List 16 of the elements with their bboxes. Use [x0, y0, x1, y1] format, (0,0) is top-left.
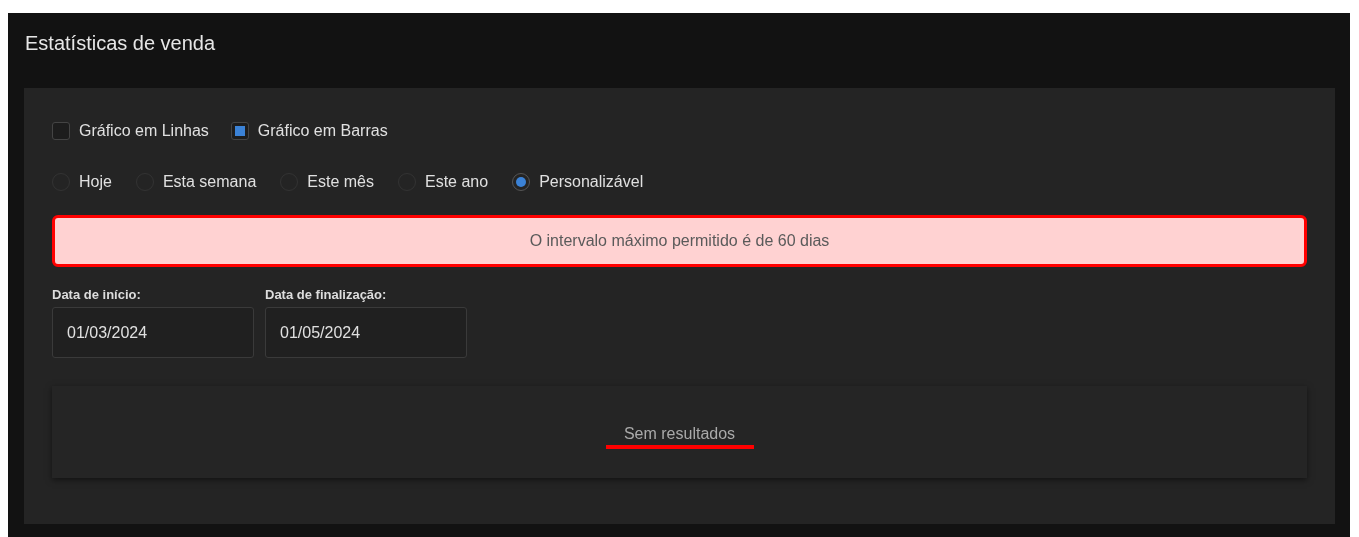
panel-title: Estatísticas de venda [24, 31, 217, 56]
empty-message: Sem resultados [623, 425, 736, 443]
checkbox[interactable] [52, 122, 70, 140]
radio-label[interactable]: Hoje [79, 173, 112, 191]
checkbox-label[interactable]: Gráfico em Linhas [79, 122, 209, 140]
date-field[interactable]: 01/03/2024 [52, 307, 254, 358]
field-label: Data de finalização: [265, 287, 388, 302]
error-alert: O intervalo máximo permitido é de 60 dias [52, 215, 1307, 267]
radio-label[interactable]: Este mês [307, 173, 374, 191]
date-field[interactable]: 01/05/2024 [265, 307, 467, 358]
radio-label[interactable]: Personalizável [539, 173, 644, 191]
checkbox-label[interactable]: Gráfico em Barras [257, 122, 388, 140]
checkbox[interactable] [230, 122, 249, 140]
field-label: Data de início: [52, 287, 142, 302]
radio-label[interactable]: Esta semana [162, 173, 257, 191]
radio-label[interactable]: Este ano [425, 173, 489, 191]
